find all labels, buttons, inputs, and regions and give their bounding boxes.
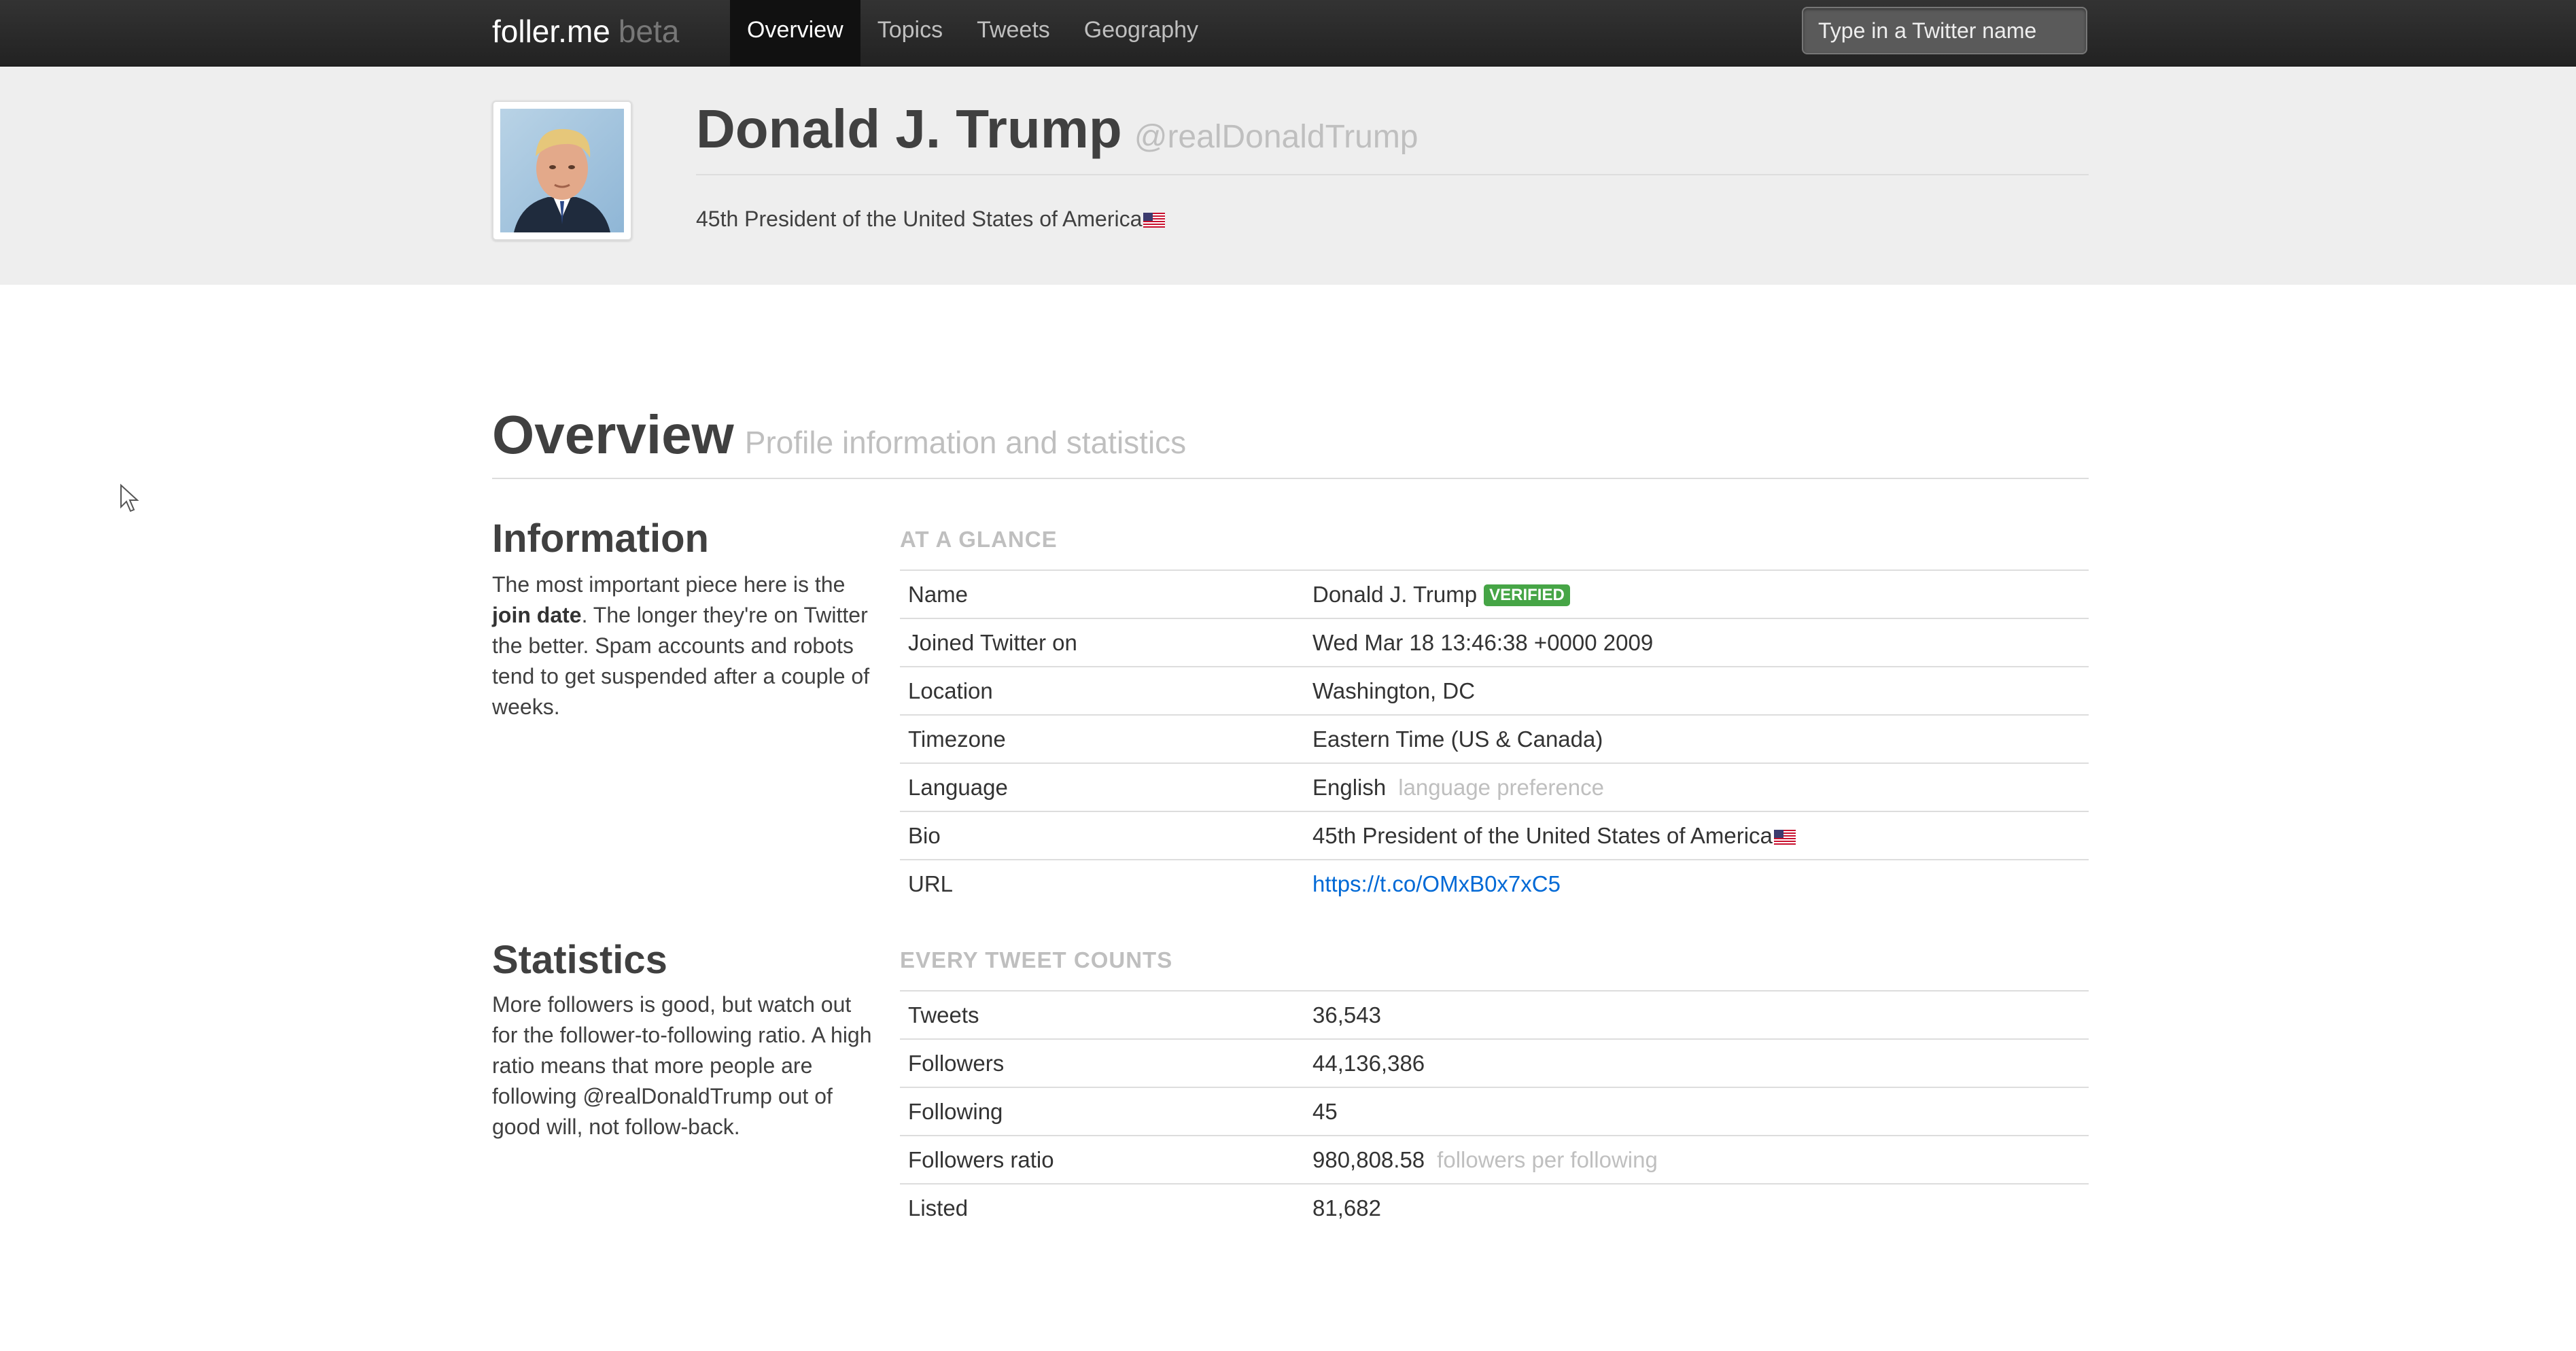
- nav-tweets[interactable]: Tweets: [960, 0, 1067, 66]
- row-key-ratio: Followers ratio: [900, 1135, 1304, 1184]
- profile-photo: [500, 109, 624, 232]
- row-value-language: English language preference: [1304, 762, 2089, 811]
- name-value: Donald J. Trump: [1312, 581, 1478, 607]
- row-value-location: Washington, DC: [1304, 666, 2089, 715]
- page-subtitle: Profile information and statistics: [744, 425, 1187, 460]
- nav-geography[interactable]: Geography: [1067, 0, 1215, 66]
- hero-divider: [696, 174, 2089, 175]
- row-key-joined: Joined Twitter on: [900, 618, 1304, 667]
- row-key-listed: Listed: [900, 1183, 1304, 1231]
- page-title: Overview Profile information and statisti…: [492, 401, 1186, 476]
- row-value-tweets: 36,543: [1304, 990, 2089, 1039]
- row-value-followers: 44,136,386: [1304, 1038, 2089, 1087]
- every-tweet-counts-caption: EVERY TWEET COUNTS: [900, 947, 1173, 972]
- ratio-note: followers per following: [1437, 1146, 1658, 1172]
- profile-display-name: Donald J. Trump: [696, 99, 1122, 159]
- row-key-bio: Bio: [900, 811, 1304, 860]
- row-key-tweets: Tweets: [900, 990, 1304, 1039]
- statistics-heading: Statistics: [492, 938, 667, 982]
- table-row: Name Donald J. Trump VERIFIED: [900, 569, 2089, 618]
- nav-topics[interactable]: Topics: [860, 0, 960, 66]
- row-key-timezone: Timezone: [900, 714, 1304, 763]
- page-divider: [492, 478, 2089, 479]
- profile-url-link[interactable]: https://t.co/OMxB0x7xC5: [1312, 871, 1561, 896]
- page-title-text: Overview: [492, 404, 734, 465]
- information-description: The most important piece here is the joi…: [492, 569, 873, 722]
- nav-overview[interactable]: Overview: [730, 0, 860, 66]
- table-row: Followers ratio 980,808.58 followers per …: [900, 1135, 2089, 1184]
- information-desc-part1: The most important piece here is the: [492, 572, 846, 597]
- ratio-value: 980,808.58: [1312, 1146, 1425, 1172]
- table-row: Bio 45th President of the United States …: [900, 811, 2089, 860]
- row-value-timezone: Eastern Time (US & Canada): [1304, 714, 2089, 763]
- main-nav: Overview Topics Tweets Geography: [730, 0, 1215, 66]
- us-flag-icon: [1143, 213, 1166, 228]
- us-flag-icon: [1773, 829, 1796, 845]
- row-value-joined: Wed Mar 18 13:46:38 +0000 2009: [1304, 618, 2089, 667]
- row-key-location: Location: [900, 666, 1304, 715]
- table-row: Tweets 36,543: [900, 990, 2089, 1039]
- row-value-url: https://t.co/OMxB0x7xC5: [1304, 859, 2089, 907]
- information-heading: Information: [492, 516, 709, 561]
- row-key-followers: Followers: [900, 1038, 1304, 1087]
- profile-name: Donald J. Trump @realDonaldTrump: [696, 95, 1418, 171]
- profile-bio-text: 45th President of the United States of A…: [696, 207, 1143, 231]
- brand-logo[interactable]: foller.me beta: [492, 12, 679, 50]
- table-row: URL https://t.co/OMxB0x7xC5: [900, 859, 2089, 907]
- at-a-glance-caption: AT A GLANCE: [900, 527, 1058, 552]
- bio-value: 45th President of the United States of A…: [1312, 822, 1773, 848]
- table-row: Listed 81,682: [900, 1183, 2089, 1231]
- row-value-listed: 81,682: [1304, 1183, 2089, 1231]
- row-key-following: Following: [900, 1087, 1304, 1136]
- language-note: language preference: [1398, 774, 1604, 800]
- information-table: Name Donald J. Trump VERIFIED Joined Twit…: [900, 569, 2089, 907]
- profile-avatar: [492, 101, 632, 241]
- row-key-name: Name: [900, 569, 1304, 618]
- brand-name[interactable]: foller.me: [492, 14, 610, 49]
- row-value-name: Donald J. Trump VERIFIED: [1304, 569, 2089, 618]
- profile-handle[interactable]: @realDonaldTrump: [1134, 119, 1418, 155]
- top-navbar: foller.me beta Overview Topics Tweets Geo…: [0, 0, 2576, 67]
- row-value-ratio: 980,808.58 followers per following: [1304, 1135, 2089, 1184]
- table-row: Following 45: [900, 1087, 2089, 1136]
- twitter-name-search-input[interactable]: [1802, 7, 2087, 54]
- row-value-following: 45: [1304, 1087, 2089, 1136]
- table-row: Language English language preference: [900, 762, 2089, 811]
- information-desc-bold: join date: [492, 603, 582, 627]
- row-key-language: Language: [900, 762, 1304, 811]
- statistics-description: More followers is good, but watch out fo…: [492, 992, 872, 1139]
- row-key-url: URL: [900, 859, 1304, 907]
- table-row: Timezone Eastern Time (US & Canada): [900, 714, 2089, 763]
- verified-badge: VERIFIED: [1484, 584, 1570, 606]
- language-value: English: [1312, 774, 1387, 800]
- brand-beta-tag: beta: [618, 14, 680, 49]
- table-row: Joined Twitter on Wed Mar 18 13:46:38 +0…: [900, 618, 2089, 667]
- mouse-pointer-icon: [120, 484, 139, 512]
- table-row: Followers 44,136,386: [900, 1038, 2089, 1087]
- statistics-table: Tweets 36,543 Followers 44,136,386 Follo…: [900, 990, 2089, 1231]
- row-value-bio: 45th President of the United States of A…: [1304, 811, 2089, 860]
- profile-bio: 45th President of the United States of A…: [696, 205, 1166, 232]
- table-row: Location Washington, DC: [900, 666, 2089, 715]
